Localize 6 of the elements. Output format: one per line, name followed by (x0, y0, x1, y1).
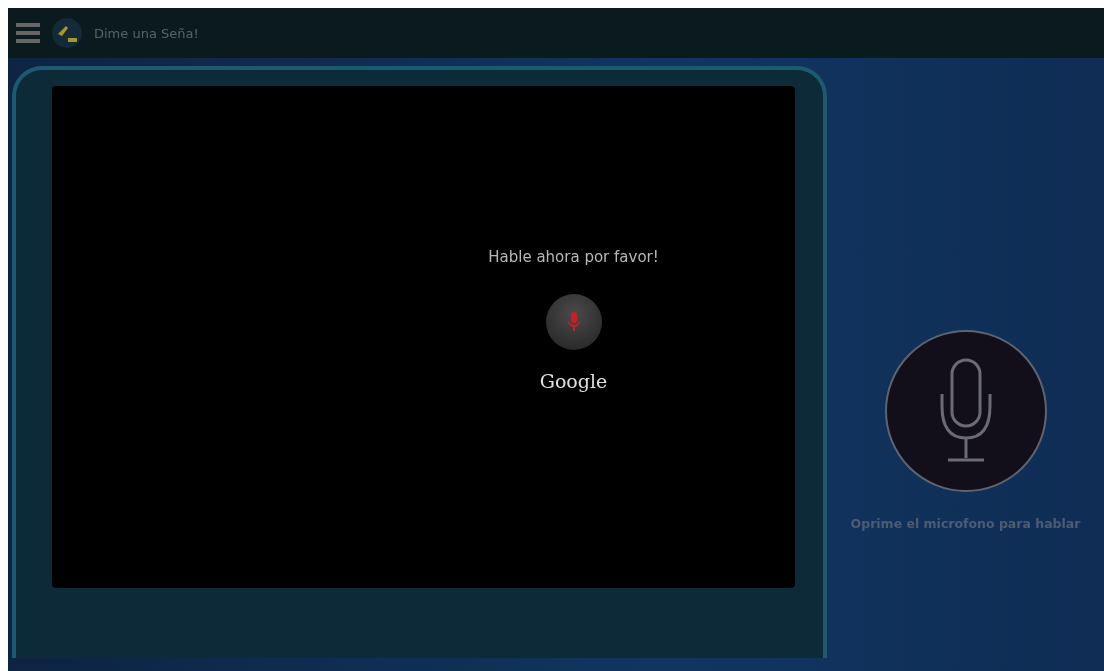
menu-icon[interactable] (16, 21, 40, 45)
mic-caption: Oprime el microfono para hablar (850, 516, 1081, 531)
speech-prompt: Hable ahora por favor! (488, 248, 659, 266)
brand-text: Google (539, 370, 608, 392)
microphone-icon (565, 312, 582, 332)
app-title: Dime una Seña! (94, 25, 199, 41)
